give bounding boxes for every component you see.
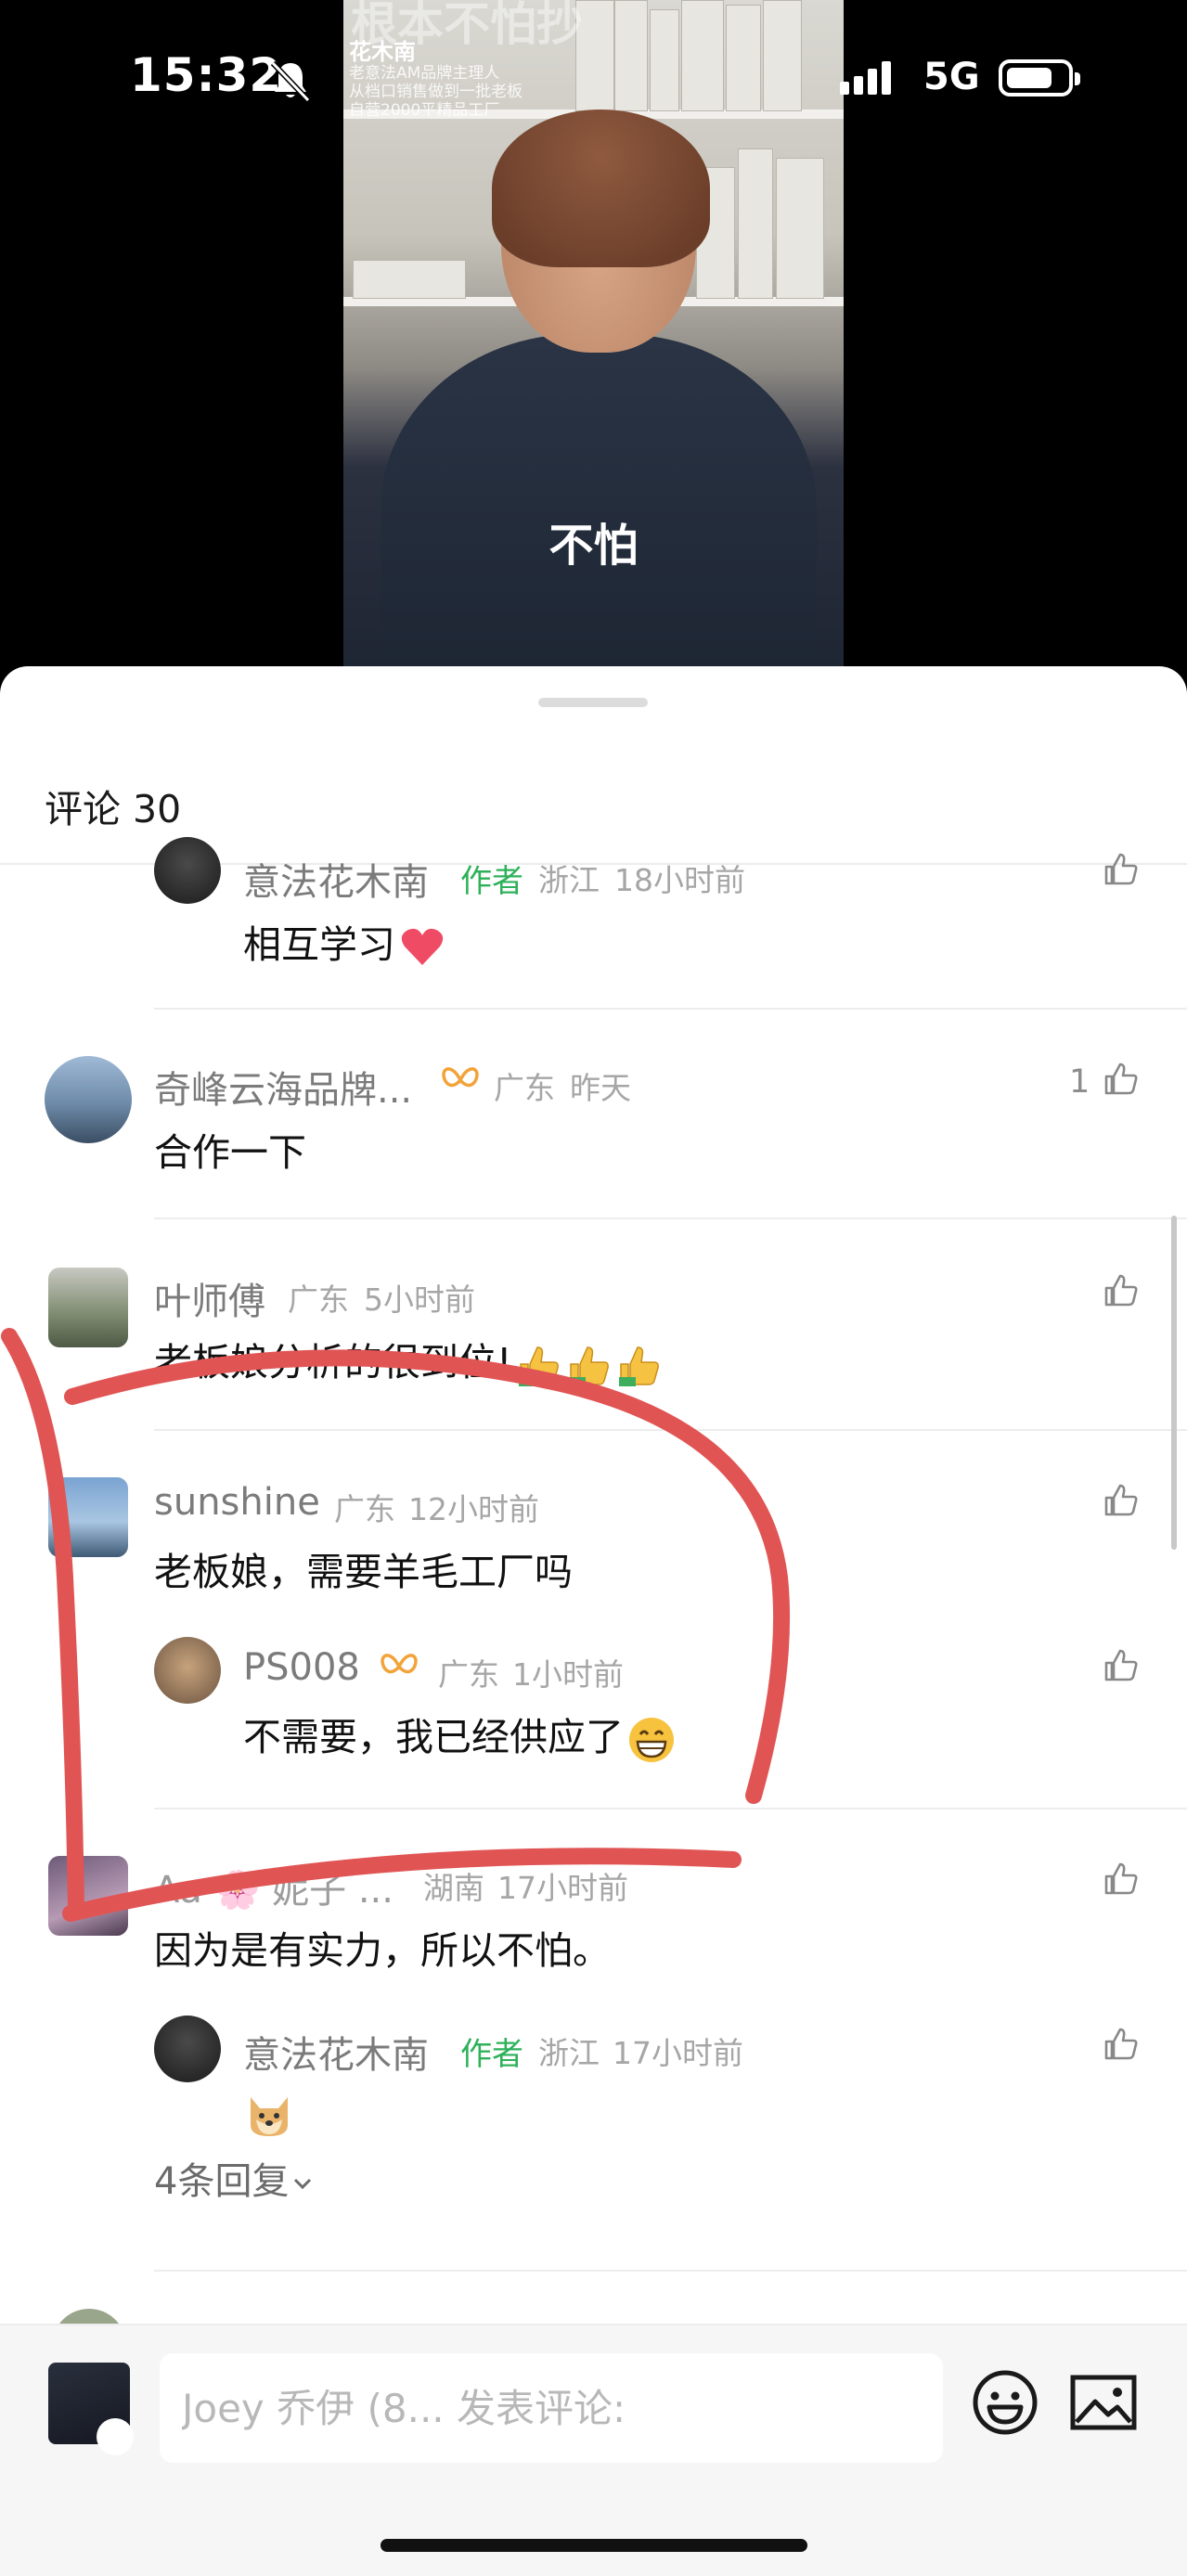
presenter-hair xyxy=(492,109,710,267)
comment-time: 昨天 xyxy=(570,1070,631,1106)
comment-location: 广东 xyxy=(438,1656,499,1693)
comment-location: 广东 xyxy=(288,1282,349,1318)
divider xyxy=(154,1808,1187,1810)
comment-location: 广东 xyxy=(494,1070,555,1106)
divider xyxy=(154,1217,1187,1219)
heart-emoji xyxy=(401,928,444,965)
battery-icon xyxy=(999,59,1080,97)
comment-time: 5小时前 xyxy=(364,1282,475,1318)
avatar[interactable] xyxy=(48,1477,128,1557)
comment-time: 17小时前 xyxy=(497,1870,628,1906)
divider xyxy=(154,2270,1187,2272)
comment-text: 老板娘，需要羊毛工厂吗 xyxy=(154,1550,573,1594)
bell-slash-icon xyxy=(270,60,311,103)
like-icon[interactable] xyxy=(1103,1060,1140,1097)
comment-location: 浙江 xyxy=(538,2035,600,2071)
comment-time: 17小时前 xyxy=(613,2035,743,2071)
comment-time: 18小时前 xyxy=(614,862,745,898)
thumbs-up-emoji xyxy=(519,1346,660,1386)
chevron-down-icon xyxy=(294,2178,312,2190)
image-icon[interactable] xyxy=(1069,2372,1138,2433)
comment-time: 1小时前 xyxy=(512,1656,624,1693)
comment-input[interactable] xyxy=(160,2353,943,2463)
like-icon[interactable] xyxy=(1103,1481,1140,1518)
switch-account-icon[interactable] xyxy=(97,2418,134,2455)
like-icon[interactable] xyxy=(1103,1646,1140,1683)
avatar[interactable] xyxy=(48,1268,128,1347)
doge-emoji xyxy=(251,2097,288,2136)
comment-location: 浙江 xyxy=(538,862,600,898)
home-indicator xyxy=(381,2539,807,2552)
comment-sheet: 评论 30 意法花木南 作者 浙江 18小时前 相互学习 奇峰云海品牌... 广… xyxy=(0,666,1187,2574)
video-subtitle: 不怕 xyxy=(548,520,639,572)
network-label: 5G xyxy=(923,56,980,98)
signal-icon xyxy=(840,61,896,95)
status-time: 15:32 xyxy=(130,48,283,102)
author-tag: 作者 xyxy=(460,863,523,900)
avatar[interactable] xyxy=(154,2016,221,2082)
comment-author[interactable]: 意法花木南 xyxy=(243,852,429,906)
emoji-icon[interactable] xyxy=(971,2368,1039,2437)
like-icon[interactable] xyxy=(1103,850,1140,887)
divider xyxy=(154,1429,1187,1431)
comments-title: 评论 30 xyxy=(45,787,182,831)
comment-author[interactable]: 意法花木南 xyxy=(243,2025,429,2079)
like-icon[interactable] xyxy=(1103,1271,1140,1308)
comment-author[interactable]: PS008 xyxy=(243,1646,360,1689)
avatar[interactable] xyxy=(48,1856,128,1936)
scrollbar[interactable] xyxy=(1171,1216,1177,1550)
avatar[interactable] xyxy=(154,1637,221,1704)
like-icon[interactable] xyxy=(1103,1860,1140,1897)
comment-text: 老板娘分析的很到位! xyxy=(154,1331,664,1388)
comment-location: 广东 xyxy=(334,1491,395,1527)
like-count: 1 xyxy=(1069,1063,1090,1101)
comment-author[interactable]: 奇峰云海品牌... xyxy=(154,1060,412,1114)
video-preview[interactable]: 根本不怕抄 花木南 老意法AM品牌主理人 从档口销售做到一批老板 自营2000平… xyxy=(343,0,844,668)
comment-text: 不需要，我已经供应了 xyxy=(243,1706,676,1764)
divider xyxy=(154,1008,1187,1010)
drag-handle[interactable] xyxy=(538,698,648,707)
video-overlay-line: 自营2000平精品工厂 xyxy=(349,101,500,120)
comment-text: 相互学习 xyxy=(243,913,445,969)
expand-replies-button[interactable]: 4条回复 xyxy=(154,2151,316,2205)
comment-location: 湖南 xyxy=(423,1870,484,1906)
comment-text: 因为是有实力，所以不怕。 xyxy=(154,1928,611,1973)
comment-time: 12小时前 xyxy=(408,1491,539,1527)
comment-author[interactable]: 叶师傅 xyxy=(154,1271,265,1325)
comment-author[interactable]: sunshine xyxy=(154,1481,320,1524)
grin-emoji xyxy=(629,1718,674,1762)
avatar[interactable] xyxy=(45,1056,132,1143)
presenter-body xyxy=(381,334,817,668)
vip-badge-icon xyxy=(442,1067,479,1088)
like-icon[interactable] xyxy=(1103,2025,1140,2062)
comment-text: 合作一下 xyxy=(154,1130,306,1175)
author-tag: 作者 xyxy=(460,2036,523,2073)
comment-author[interactable]: Aa 🌸 妮子 ... xyxy=(154,1860,394,1913)
avatar[interactable] xyxy=(154,837,221,904)
vip-badge-icon xyxy=(381,1654,418,1674)
